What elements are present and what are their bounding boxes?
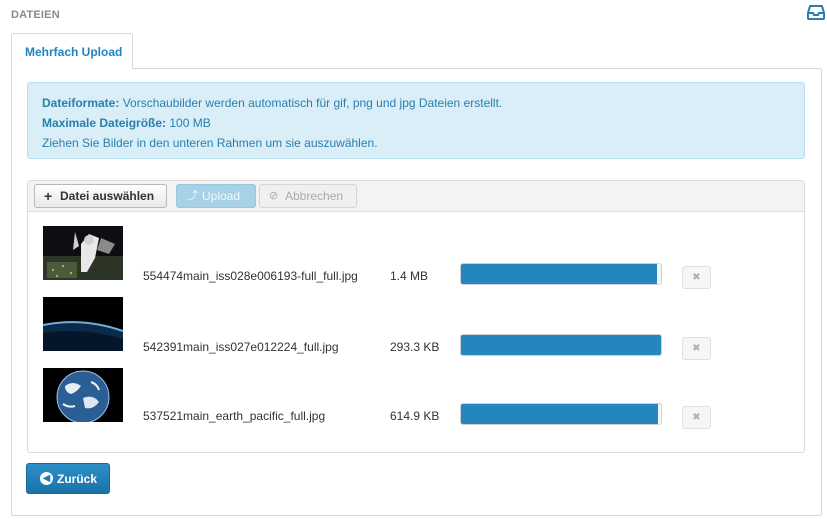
- progress-fill: [461, 335, 661, 355]
- add-file-button[interactable]: + Datei auswählen: [34, 184, 167, 208]
- earth-horizon-thumbnail-image: [43, 297, 123, 351]
- upload-button[interactable]: ⤴ Upload: [176, 184, 256, 208]
- file-row: 537521main_earth_pacific_full.jpg 614.9 …: [28, 368, 804, 434]
- upload-dropzone[interactable]: + Datei auswählen ⤴ Upload ⊘ Abbrechen 5…: [27, 180, 805, 453]
- tab-panel: Dateiformate: Vorschaubilder werden auto…: [11, 68, 822, 516]
- info-line-formats: Dateiformate: Vorschaubilder werden auto…: [42, 93, 804, 113]
- inbox-icon[interactable]: [807, 4, 825, 20]
- add-file-label: Datei auswählen: [60, 189, 155, 203]
- upload-toolbar: + Datei auswählen ⤴ Upload ⊘ Abbrechen: [28, 181, 804, 212]
- upload-progress-bar: [460, 403, 662, 425]
- file-row: 554474main_iss028e006193-full_full.jpg 1…: [28, 226, 804, 292]
- back-button[interactable]: ◀ Zurück: [26, 463, 110, 494]
- section-header: DATEIEN: [0, 0, 827, 28]
- back-label: Zurück: [57, 472, 98, 486]
- file-thumbnail[interactable]: [43, 368, 123, 422]
- upload-progress-bar: [460, 263, 662, 285]
- info-formats-label: Dateiformate:: [42, 96, 120, 110]
- file-size: 1.4 MB: [390, 269, 429, 283]
- plus-icon: +: [44, 188, 53, 204]
- upload-arrow-icon: ⤴: [187, 190, 198, 202]
- upload-label: Upload: [202, 189, 241, 203]
- section-title: DATEIEN: [11, 9, 60, 21]
- close-icon: ✖: [692, 412, 701, 423]
- file-thumbnail[interactable]: [43, 297, 123, 351]
- cancel-button[interactable]: ⊘ Abbrechen: [259, 184, 357, 208]
- earth-globe-thumbnail-image: [43, 368, 123, 422]
- ban-icon: ⊘: [269, 190, 279, 202]
- remove-file-button[interactable]: ✖: [682, 266, 711, 289]
- info-maxsize-text: 100 MB: [166, 116, 211, 130]
- file-thumbnail[interactable]: [43, 226, 123, 280]
- file-row: 542391main_iss027e012224_full.jpg 293.3 …: [28, 297, 804, 363]
- cancel-label: Abbrechen: [285, 189, 344, 203]
- info-formats-text: Vorschaubilder werden automatisch für gi…: [119, 96, 503, 110]
- progress-fill: [461, 264, 657, 284]
- arrow-left-circle-icon: ◀: [40, 472, 53, 485]
- close-icon: ✖: [692, 272, 701, 283]
- astronaut-thumbnail-image: [43, 226, 123, 280]
- info-line-drag: Ziehen Sie Bilder in den unteren Rahmen …: [42, 136, 378, 150]
- info-line-maxsize: Maximale Dateigröße: 100 MB: [42, 113, 804, 133]
- upload-progress-bar: [460, 334, 662, 356]
- remove-file-button[interactable]: ✖: [682, 337, 711, 360]
- tab-label: Mehrfach Upload: [25, 45, 123, 59]
- file-size: 614.9 KB: [390, 409, 440, 423]
- tab-mehrfach-upload[interactable]: Mehrfach Upload: [11, 33, 133, 69]
- remove-file-button[interactable]: ✖: [682, 406, 711, 429]
- close-icon: ✖: [692, 343, 701, 354]
- file-size: 293.3 KB: [390, 340, 440, 354]
- info-maxsize-label: Maximale Dateigröße:: [42, 116, 167, 130]
- file-name: 537521main_earth_pacific_full.jpg: [143, 409, 326, 423]
- file-name: 554474main_iss028e006193-full_full.jpg: [143, 269, 358, 283]
- info-alert: Dateiformate: Vorschaubilder werden auto…: [27, 82, 805, 159]
- file-name: 542391main_iss027e012224_full.jpg: [143, 340, 339, 354]
- progress-fill: [461, 404, 658, 424]
